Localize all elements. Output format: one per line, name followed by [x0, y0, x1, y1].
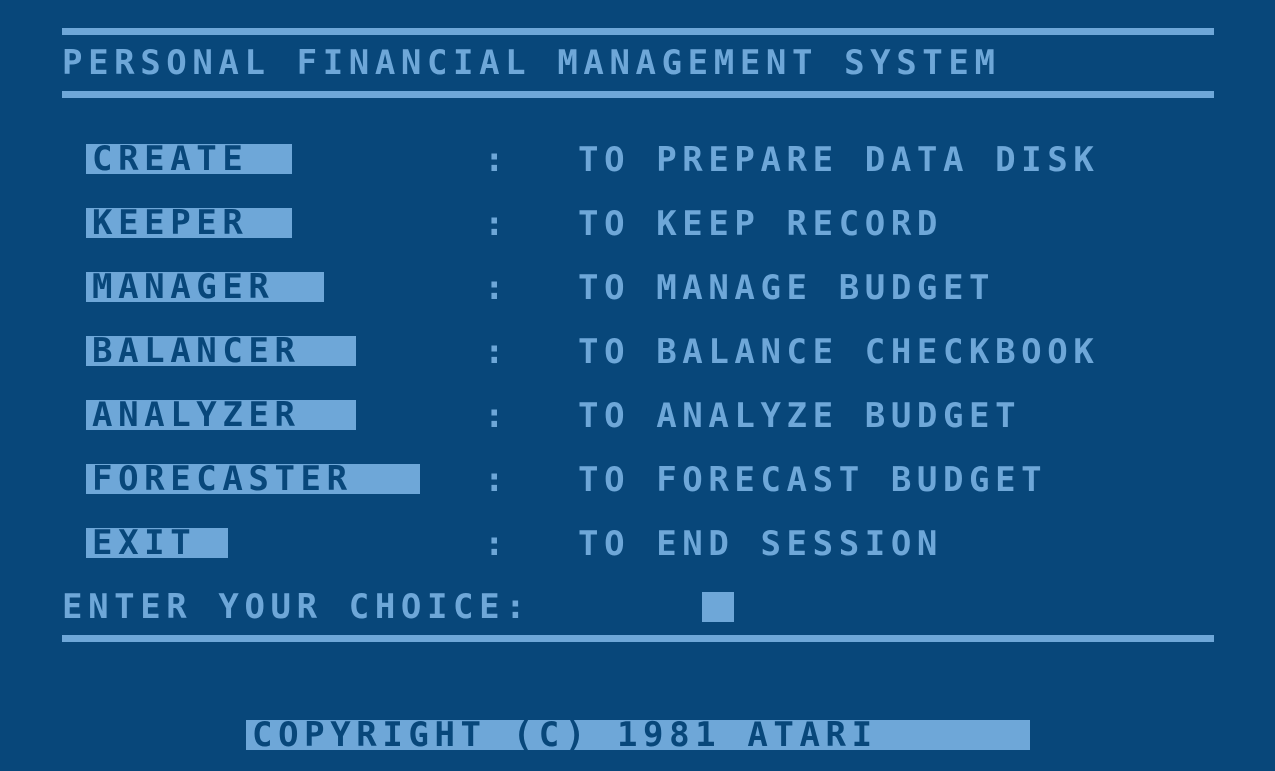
- copyright-banner: COPYRIGHT (C) 1981 ATARI: [246, 718, 1030, 752]
- menu-item-manager[interactable]: MANAGER: TO MANAGE BUDGET: [0, 268, 1275, 308]
- separator: :: [484, 396, 505, 436]
- separator: :: [484, 204, 505, 244]
- menu-description: TO FORECAST BUDGET: [578, 460, 1048, 500]
- menu-key[interactable]: FORECASTER: [86, 462, 420, 496]
- page-title: PERSONAL FINANCIAL MANAGEMENT SYSTEM: [62, 43, 1001, 83]
- menu-key[interactable]: ANALYZER: [86, 398, 356, 432]
- menu-description: TO BALANCE CHECKBOOK: [578, 332, 1100, 372]
- menu-item-balancer[interactable]: BALANCER: TO BALANCE CHECKBOOK: [0, 332, 1275, 372]
- menu-item-forecaster[interactable]: FORECASTER: TO FORECAST BUDGET: [0, 460, 1275, 500]
- choice-prompt: ENTER YOUR CHOICE:: [62, 587, 532, 627]
- separator: :: [484, 460, 505, 500]
- separator: :: [484, 524, 505, 564]
- bottom-rule: [62, 635, 1214, 642]
- menu-description: TO END SESSION: [578, 524, 943, 564]
- menu-key[interactable]: MANAGER: [86, 270, 324, 304]
- menu-key[interactable]: KEEPER: [86, 206, 292, 240]
- separator: :: [484, 140, 505, 180]
- menu-item-create[interactable]: CREATE: TO PREPARE DATA DISK: [0, 140, 1275, 180]
- separator: :: [484, 268, 505, 308]
- menu-description: TO KEEP RECORD: [578, 204, 943, 244]
- menu-item-exit[interactable]: EXIT: TO END SESSION: [0, 524, 1275, 564]
- menu-item-analyzer[interactable]: ANALYZER: TO ANALYZE BUDGET: [0, 396, 1275, 436]
- menu-description: TO ANALYZE BUDGET: [578, 396, 1022, 436]
- menu-description: TO MANAGE BUDGET: [578, 268, 996, 308]
- menu-key[interactable]: BALANCER: [86, 334, 356, 368]
- text-cursor[interactable]: [702, 592, 734, 622]
- menu-item-keeper[interactable]: KEEPER: TO KEEP RECORD: [0, 204, 1275, 244]
- menu-key[interactable]: CREATE: [86, 142, 292, 176]
- title-rule: [62, 91, 1214, 98]
- top-rule: [62, 28, 1214, 35]
- menu-description: TO PREPARE DATA DISK: [578, 140, 1100, 180]
- menu-key[interactable]: EXIT: [86, 526, 228, 560]
- separator: :: [484, 332, 505, 372]
